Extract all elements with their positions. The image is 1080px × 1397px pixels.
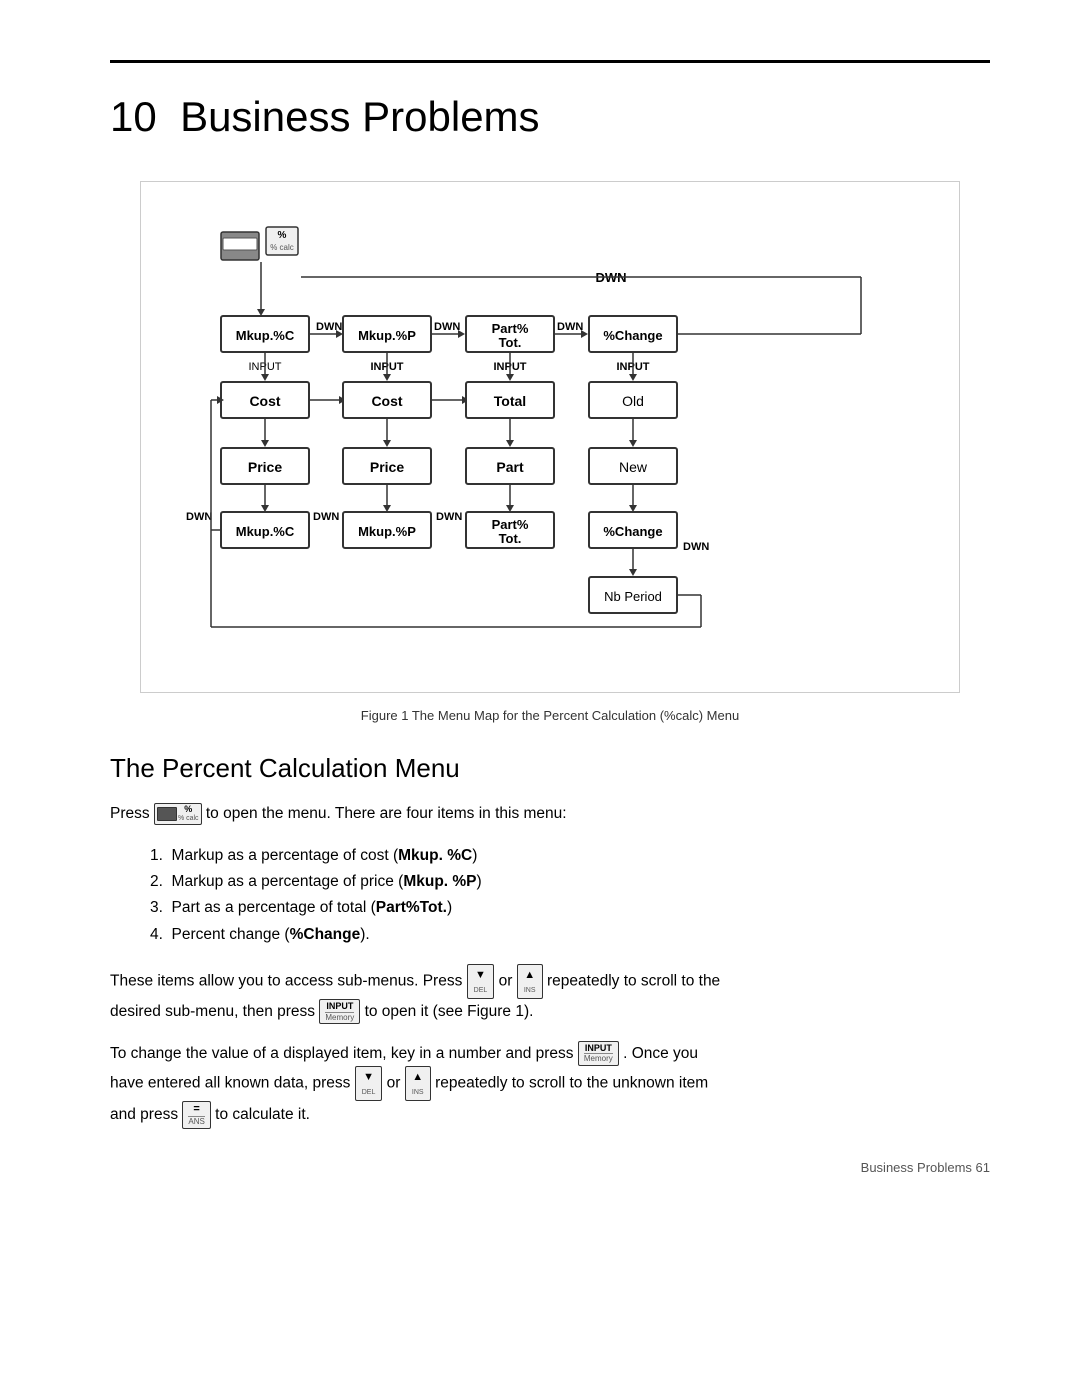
svg-text:Mkup.%P: Mkup.%P	[358, 524, 416, 539]
ins-up-key: ▲ INS	[517, 964, 543, 999]
svg-text:%: %	[278, 230, 287, 241]
svg-text:Mkup.%C: Mkup.%C	[236, 524, 295, 539]
svg-text:DWN: DWN	[186, 511, 212, 523]
pct-part: % % calc	[178, 805, 199, 823]
svg-text:Tot.: Tot.	[499, 335, 522, 350]
section-title: The Percent Calculation Menu	[110, 753, 990, 784]
ins-up-key-2: ▲ INS	[405, 1066, 431, 1101]
del-down-key-2: ▼ DEL	[355, 1066, 383, 1101]
list-item-2: 2. Markup as a percentage of price (Mkup…	[150, 869, 990, 895]
svg-text:Cost: Cost	[249, 393, 280, 409]
input-memory-key: INPUT Memory	[319, 999, 360, 1024]
del-down-key: ▼ DEL	[467, 964, 495, 999]
menu-list: 1. Markup as a percentage of cost (Mkup.…	[150, 843, 990, 948]
svg-text:Total: Total	[494, 393, 526, 409]
svg-text:Part%: Part%	[492, 321, 529, 336]
svg-text:Part: Part	[496, 459, 524, 475]
diagram-container: % % calc DWN Mkup.%C DWN Mkup.%P	[140, 181, 960, 693]
chapter-title: 10 Business Problems	[110, 93, 990, 141]
svg-text:Mkup.%C: Mkup.%C	[236, 328, 295, 343]
svg-text:DWN: DWN	[434, 321, 460, 333]
body-para-1: Press % % calc to open the menu. There a…	[110, 802, 990, 827]
svg-text:Cost: Cost	[371, 393, 402, 409]
svg-text:Tot.: Tot.	[499, 531, 522, 546]
top-border	[110, 60, 990, 63]
svg-text:DWN: DWN	[316, 321, 342, 333]
svg-text:DWN: DWN	[436, 511, 462, 523]
svg-text:Mkup.%P: Mkup.%P	[358, 328, 416, 343]
svg-text:%Change: %Change	[603, 524, 662, 539]
eq-ans-key: = ANS	[182, 1101, 210, 1129]
svg-text:Old: Old	[622, 393, 644, 409]
diagram-svg: % % calc DWN Mkup.%C DWN Mkup.%P	[161, 212, 941, 672]
svg-text:DWN: DWN	[313, 511, 339, 523]
svg-text:% calc: % calc	[270, 243, 294, 252]
svg-text:Part%: Part%	[492, 517, 529, 532]
calc-rect	[157, 807, 177, 821]
svg-text:Price: Price	[248, 459, 282, 475]
calc-key-icon: % % calc	[154, 803, 202, 825]
list-item-3: 3. Part as a percentage of total (Part%T…	[150, 895, 990, 921]
body-para-2: These items allow you to access sub-menu…	[110, 964, 990, 1024]
svg-text:Price: Price	[370, 459, 404, 475]
svg-text:%Change: %Change	[603, 328, 662, 343]
svg-text:DWN: DWN	[557, 321, 583, 333]
input-memory-key-2: INPUT Memory	[578, 1041, 619, 1066]
body-para-3: To change the value of a displayed item,…	[110, 1041, 990, 1129]
list-item-1: 1. Markup as a percentage of cost (Mkup.…	[150, 843, 990, 869]
list-item-4: 4. Percent change (%Change).	[150, 922, 990, 948]
svg-text:Nb Period: Nb Period	[604, 589, 662, 604]
footer: Business Problems 61	[861, 1160, 990, 1175]
svg-text:DWN: DWN	[683, 541, 709, 553]
figure-caption: Figure 1 The Menu Map for the Percent Ca…	[110, 708, 990, 723]
page: 10 Business Problems % % calc DWN Mkup	[0, 0, 1080, 1205]
svg-text:New: New	[619, 459, 648, 475]
